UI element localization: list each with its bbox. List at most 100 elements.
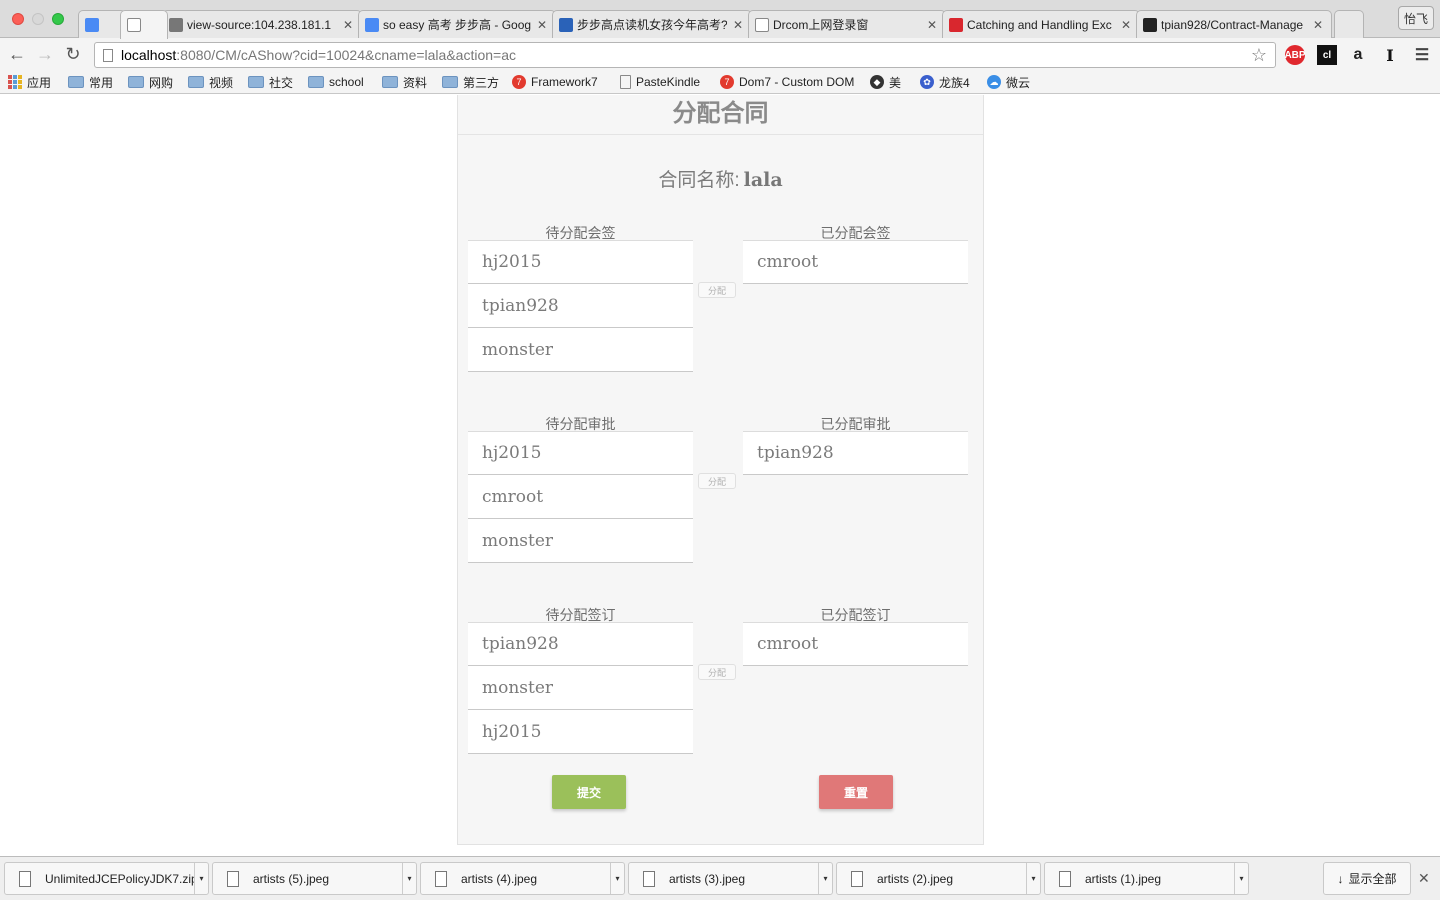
browser-tab[interactable]: view-source:104.238.181.1 ✕ xyxy=(162,10,362,38)
downloads-bar: UnlimitedJCEPolicyJDK7.zip ▾ artists (5).j… xyxy=(0,856,1440,900)
contract-name-value: lala xyxy=(743,169,783,191)
list-item[interactable]: tpian928 xyxy=(743,431,968,475)
close-tab-icon[interactable]: ✕ xyxy=(537,18,547,32)
bookmark-item[interactable]: ✿ 龙族4 xyxy=(920,73,970,91)
file-icon xyxy=(227,870,239,887)
close-tab-icon[interactable]: ✕ xyxy=(1121,18,1131,32)
page-icon xyxy=(103,48,113,62)
address-bar[interactable]: localhost:8080/CM/cAShow?cid=10024&cname… xyxy=(94,42,1276,68)
page-title: 分配合同 xyxy=(458,95,983,135)
site-icon: 7 xyxy=(512,75,526,89)
tab-title: Catching and Handling Exc xyxy=(967,17,1112,32)
bookmark-item[interactable]: 视频 xyxy=(188,73,233,91)
back-arrow-icon[interactable]: ← xyxy=(5,42,29,66)
assigned-users-list[interactable]: cmroot xyxy=(743,622,968,666)
bookmark-star-icon[interactable]: ☆ xyxy=(1251,45,1267,66)
assign-button[interactable]: 分配 xyxy=(698,282,736,298)
profile-button[interactable]: 怡飞 xyxy=(1398,6,1434,30)
tab-title: 步步高点读机女孩今年高考? xyxy=(577,18,727,32)
assign-button[interactable]: 分配 xyxy=(698,473,736,489)
dropdown-arrow-icon[interactable]: ▾ xyxy=(402,863,416,894)
dropdown-arrow-icon[interactable]: ▾ xyxy=(818,863,832,894)
adblock-icon[interactable]: ABP xyxy=(1284,45,1306,65)
dropdown-arrow-icon[interactable]: ▾ xyxy=(194,863,208,894)
list-item[interactable]: cmroot xyxy=(468,475,693,519)
menu-icon[interactable]: ☰ xyxy=(1412,45,1432,65)
bookmark-item[interactable]: 7 Dom7 - Custom DOM xyxy=(720,73,854,91)
close-tab-icon[interactable]: ✕ xyxy=(343,18,353,32)
bookmark-item[interactable]: PasteKindle xyxy=(620,73,700,91)
close-tab-icon[interactable]: ✕ xyxy=(927,18,937,32)
bookmark-label: 社交 xyxy=(269,75,294,90)
browser-tab[interactable]: Catching and Handling Exc ✕ xyxy=(942,10,1140,38)
download-item[interactable]: artists (2).jpeg ▾ xyxy=(836,862,1041,895)
assigned-users-list[interactable]: cmroot xyxy=(743,240,968,284)
bookmark-item[interactable]: school xyxy=(308,73,364,91)
amazon-icon[interactable]: a xyxy=(1348,45,1368,65)
file-icon xyxy=(851,870,863,887)
list-item[interactable]: monster xyxy=(468,328,693,372)
close-tab-icon[interactable]: ✕ xyxy=(733,18,743,32)
new-tab-button[interactable] xyxy=(1334,10,1364,38)
bookmark-item[interactable]: 第三方 xyxy=(442,73,499,91)
folder-icon xyxy=(188,76,204,88)
reset-button[interactable]: 重置 xyxy=(819,775,893,809)
download-file-name: UnlimitedJCEPolicyJDK7.zip xyxy=(45,871,194,886)
assign-button[interactable]: 分配 xyxy=(698,664,736,680)
contract-name-label: 合同名称: xyxy=(658,170,740,191)
list-item[interactable]: tpian928 xyxy=(468,284,693,328)
assigned-users-list[interactable]: tpian928 xyxy=(743,431,968,475)
browser-tab[interactable]: Drcom上网登录窗 ✕ xyxy=(748,10,946,38)
download-item[interactable]: artists (5).jpeg ▾ xyxy=(212,862,417,895)
zoom-window-button[interactable] xyxy=(52,13,64,25)
close-downloads-icon[interactable]: ✕ xyxy=(1418,870,1430,887)
forward-arrow-icon[interactable]: → xyxy=(33,42,57,66)
pending-users-list[interactable]: tpian928 monster hj2015 xyxy=(468,622,693,754)
download-item[interactable]: UnlimitedJCEPolicyJDK7.zip ▾ xyxy=(4,862,209,895)
browser-tab[interactable]: tpian928/Contract-Manage ✕ xyxy=(1136,10,1332,38)
close-window-button[interactable] xyxy=(12,13,24,25)
list-item[interactable]: tpian928 xyxy=(468,622,693,666)
list-item[interactable]: hj2015 xyxy=(468,240,693,284)
list-item[interactable]: monster xyxy=(468,519,693,563)
close-tab-icon[interactable]: ✕ xyxy=(1313,18,1323,32)
submit-button[interactable]: 提交 xyxy=(552,775,626,809)
dropdown-arrow-icon[interactable]: ▾ xyxy=(610,863,624,894)
reload-icon[interactable]: ↻ xyxy=(61,42,85,66)
browser-tab[interactable] xyxy=(78,10,126,38)
browser-tab[interactable]: 步步高点读机女孩今年高考? ✕ xyxy=(552,10,752,38)
bookmark-label: 龙族4 xyxy=(939,75,970,90)
download-item[interactable]: artists (4).jpeg ▾ xyxy=(420,862,625,895)
list-item[interactable]: cmroot xyxy=(743,622,968,666)
clearly-icon[interactable]: cl xyxy=(1317,45,1337,65)
browser-tab[interactable] xyxy=(120,10,168,39)
download-item[interactable]: artists (3).jpeg ▾ xyxy=(628,862,833,895)
show-all-downloads-button[interactable]: ↓ 显示全部 xyxy=(1323,862,1411,895)
browser-tab[interactable]: so easy 高考 步步高 - Goog ✕ xyxy=(358,10,556,38)
instapaper-icon[interactable]: I xyxy=(1380,45,1400,65)
dropdown-arrow-icon[interactable]: ▾ xyxy=(1026,863,1040,894)
list-item[interactable]: cmroot xyxy=(743,240,968,284)
url-host: localhost xyxy=(121,47,177,63)
bookmark-label: 网购 xyxy=(149,75,174,90)
bookmark-item[interactable]: ◆ 美 xyxy=(870,73,901,91)
download-item[interactable]: artists (1).jpeg ▾ xyxy=(1044,862,1249,895)
dropdown-arrow-icon[interactable]: ▾ xyxy=(1234,863,1248,894)
minimize-window-button[interactable] xyxy=(32,13,44,25)
site-icon: ☁ xyxy=(987,75,1001,89)
pending-users-list[interactable]: hj2015 tpian928 monster xyxy=(468,240,693,372)
list-item[interactable]: hj2015 xyxy=(468,431,693,475)
bookmark-item[interactable]: 常用 xyxy=(68,73,113,91)
bookmark-item[interactable]: 7 Framework7 xyxy=(512,73,598,91)
site-icon: ✿ xyxy=(920,75,934,89)
bookmark-label: Dom7 - Custom DOM xyxy=(739,75,855,89)
browser-titlebar: view-source:104.238.181.1 ✕ so easy 高考 步步高… xyxy=(0,0,1440,39)
bookmark-item[interactable]: ☁ 微云 xyxy=(987,73,1030,91)
list-item[interactable]: hj2015 xyxy=(468,710,693,754)
bookmark-item[interactable]: 网购 xyxy=(128,73,173,91)
bookmark-item[interactable]: 社交 xyxy=(248,73,293,91)
pending-users-list[interactable]: hj2015 cmroot monster xyxy=(468,431,693,563)
list-item[interactable]: monster xyxy=(468,666,693,710)
bookmark-item[interactable]: 应用 xyxy=(8,73,51,91)
bookmark-item[interactable]: 资料 xyxy=(382,73,427,91)
